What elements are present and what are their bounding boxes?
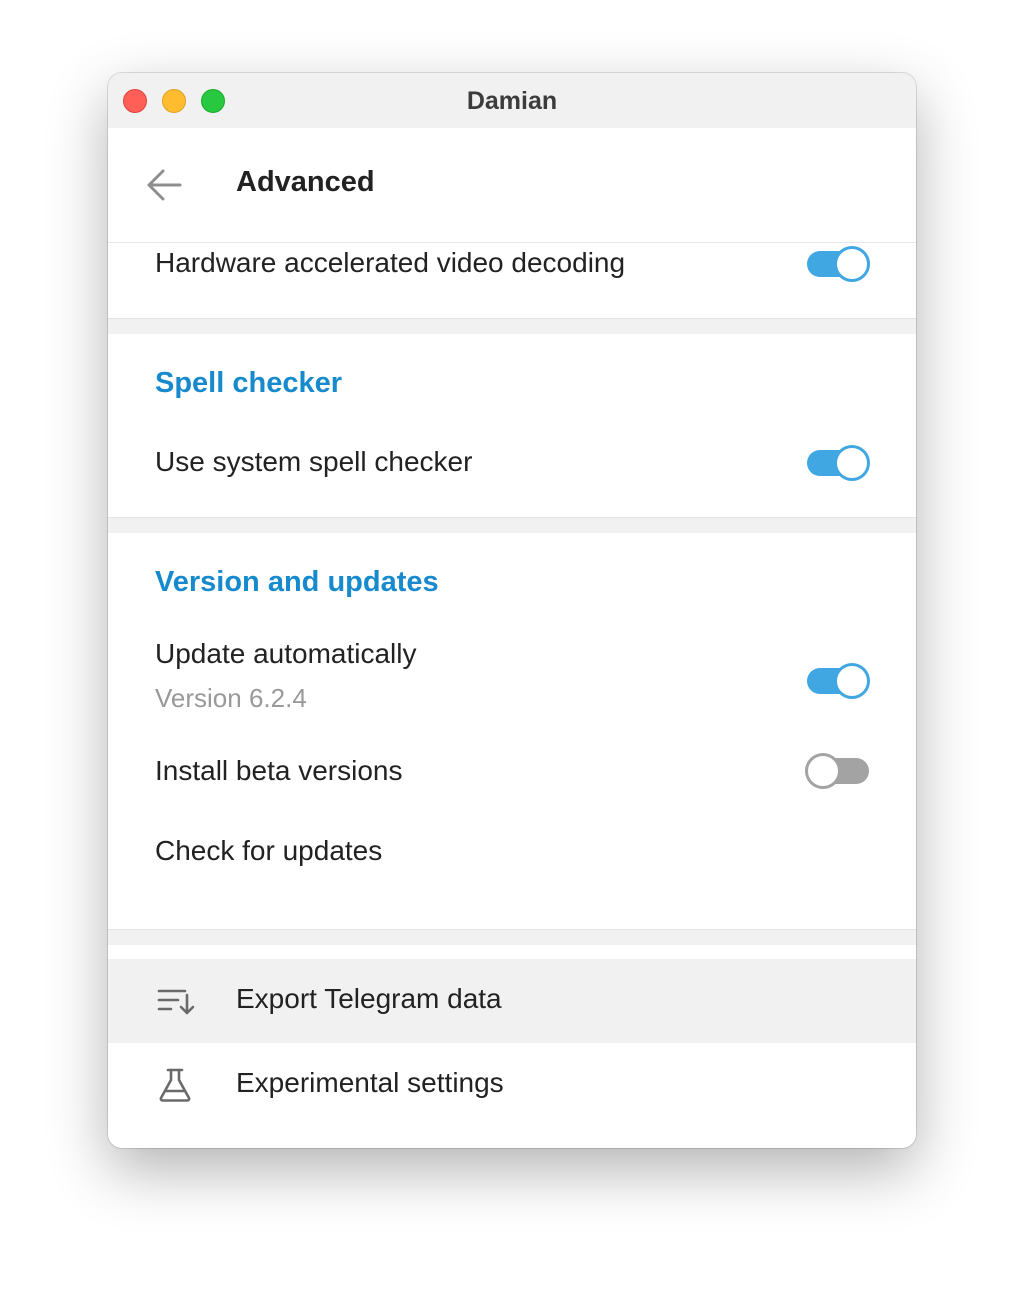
version-updates-title: Version and updates <box>155 566 439 598</box>
title-bar[interactable]: Damian <box>108 73 916 128</box>
export-list-icon <box>157 989 195 1015</box>
more-settings-section: Export Telegram data Experimental settin… <box>108 945 916 1148</box>
settings-header: Advanced <box>108 128 916 243</box>
auto-update-row[interactable]: Update automatically Version 6.2.4 <box>108 625 916 735</box>
hw-decoding-label: Hardware accelerated video decoding <box>155 247 626 278</box>
section-divider <box>108 929 916 945</box>
beta-versions-label: Install beta versions <box>155 755 403 786</box>
system-spell-checker-label: Use system spell checker <box>155 446 473 477</box>
experimental-settings-row[interactable]: Experimental settings <box>108 1043 916 1127</box>
version-text: Version 6.2.4 <box>155 683 307 713</box>
beta-versions-row[interactable]: Install beta versions <box>108 735 916 811</box>
auto-update-toggle[interactable] <box>807 662 871 700</box>
auto-update-label: Update automatically <box>155 638 417 669</box>
beta-versions-toggle[interactable] <box>805 752 871 790</box>
settings-content[interactable]: Hardware accelerated video decoding Spel… <box>108 243 916 1148</box>
export-telegram-data-label: Export Telegram data <box>236 983 502 1014</box>
app-window: Damian Advanced Hardware accelerated vid… <box>108 73 916 1148</box>
hw-decoding-row[interactable]: Hardware accelerated video decoding <box>108 243 916 318</box>
section-divider <box>108 318 916 334</box>
experimental-settings-label: Experimental settings <box>236 1067 504 1098</box>
system-spell-checker-toggle[interactable] <box>807 444 871 482</box>
section-divider <box>108 517 916 533</box>
flask-icon <box>159 1068 191 1102</box>
check-updates-row[interactable]: Check for updates <box>108 811 916 891</box>
check-updates-label: Check for updates <box>155 835 383 866</box>
spell-checker-section: Spell checker Use system spell checker <box>108 334 916 517</box>
version-updates-section: Version and updates Update automatically… <box>108 533 916 929</box>
hw-decoding-toggle[interactable] <box>807 245 871 283</box>
window-title: Damian <box>466 87 558 115</box>
export-telegram-data-row[interactable]: Export Telegram data <box>108 959 916 1043</box>
back-button[interactable] <box>144 164 186 206</box>
system-spell-checker-row[interactable]: Use system spell checker <box>108 428 916 502</box>
arrow-left-icon <box>147 169 182 201</box>
spell-checker-title: Spell checker <box>155 367 342 399</box>
page-title: Advanced <box>236 166 375 198</box>
video-section: Hardware accelerated video decoding <box>108 243 916 318</box>
